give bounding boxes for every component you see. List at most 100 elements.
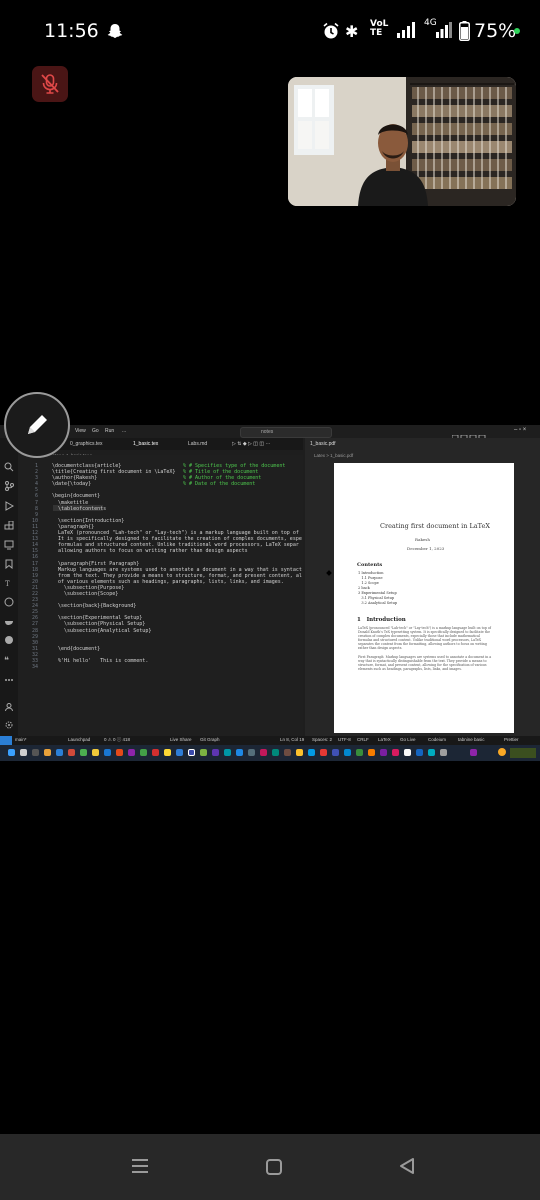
pdf-breadcrumb[interactable]: Latex > 1_basic.pdf xyxy=(314,453,353,458)
notification-icon[interactable] xyxy=(498,748,506,756)
app-icon-4[interactable] xyxy=(116,749,123,756)
recents-icon[interactable] xyxy=(131,1157,149,1175)
remote-explorer-icon[interactable] xyxy=(4,540,14,550)
menu-view[interactable]: View xyxy=(75,428,86,434)
status-git-graph[interactable]: Git Graph xyxy=(200,737,220,742)
app-icon-11[interactable] xyxy=(200,749,207,756)
app-icon-14[interactable] xyxy=(248,749,255,756)
tab-labs-md[interactable]: Labs.md xyxy=(188,441,207,447)
status-cursor-position[interactable]: Ln 8, Col 19 xyxy=(280,737,304,742)
tab-basic-pdf[interactable]: 1_basic.pdf xyxy=(310,441,336,447)
app-icon-6[interactable] xyxy=(140,749,147,756)
status-codeium[interactable]: Codeium xyxy=(428,737,446,742)
app-icon-12[interactable] xyxy=(212,749,219,756)
file-explorer-icon[interactable] xyxy=(44,749,51,756)
quote-icon[interactable]: ❝ xyxy=(4,654,14,664)
pdf-contents-heading: Contents xyxy=(357,562,383,568)
pdf-section-heading: 1 Introduction xyxy=(357,617,406,623)
taskbar-search-icon[interactable] xyxy=(20,749,27,756)
app-icon-19[interactable] xyxy=(308,749,315,756)
tex-icon[interactable]: T xyxy=(4,578,14,588)
status-live-share[interactable]: Live Share xyxy=(170,737,192,742)
bookmark-icon[interactable] xyxy=(4,559,14,569)
chrome-icon[interactable] xyxy=(92,749,99,756)
signal-icon xyxy=(397,22,415,38)
app-icon-15[interactable] xyxy=(260,749,267,756)
status-language[interactable]: LaTeX xyxy=(378,737,391,742)
app-icon-7[interactable] xyxy=(152,749,159,756)
task-view-icon[interactable] xyxy=(32,749,39,756)
annotate-pencil-button[interactable] xyxy=(4,392,70,458)
menu-go[interactable]: Go xyxy=(92,428,99,434)
status-encoding[interactable]: UTF-8 xyxy=(338,737,351,742)
timeline-icon[interactable] xyxy=(4,597,14,607)
remote-indicator[interactable] xyxy=(0,736,12,745)
editor-actions[interactable]: ▷ ⇅ ◆ ▷ ◫ ◫ ··· xyxy=(232,441,271,447)
app-icon-27[interactable] xyxy=(404,749,411,756)
participant-video-tile[interactable] xyxy=(288,77,516,206)
app-icon-24[interactable] xyxy=(368,749,375,756)
privacy-indicator-dot xyxy=(514,28,520,34)
menu-more[interactable]: ... xyxy=(122,428,126,434)
mic-muted-button[interactable] xyxy=(32,66,68,102)
status-tabnine[interactable]: tabnine basic xyxy=(458,737,485,742)
layout-controls[interactable] xyxy=(451,428,492,442)
menu-run[interactable]: Run xyxy=(105,428,114,434)
app-icon-8[interactable] xyxy=(164,749,171,756)
app-icon-28[interactable] xyxy=(416,749,423,756)
app-icon-25[interactable] xyxy=(380,749,387,756)
window-controls[interactable]: – ▫ × xyxy=(514,427,526,433)
check-icon[interactable] xyxy=(4,635,14,645)
source-control-icon[interactable] xyxy=(4,481,14,491)
app-icon-5[interactable] xyxy=(128,749,135,756)
tab-graphics-tex[interactable]: 0_graphics.tex xyxy=(70,441,103,447)
app-icon-2[interactable] xyxy=(80,749,87,756)
app-icon-21[interactable] xyxy=(332,749,339,756)
app-icon-30[interactable] xyxy=(440,749,447,756)
home-icon[interactable] xyxy=(266,1159,282,1175)
pdf-body-text: LaTeX (pronounced "Lah-tech" or "Lay-tec… xyxy=(358,626,492,671)
app-icon-16[interactable] xyxy=(272,749,279,756)
app-icon-29[interactable] xyxy=(428,749,435,756)
edge-icon[interactable] xyxy=(56,749,63,756)
search-icon[interactable] xyxy=(4,462,14,472)
pdf-title: Creating first document in LaTeX xyxy=(380,522,490,530)
settings-gear-icon[interactable] xyxy=(4,720,14,730)
status-launchpad[interactable]: Launchpad xyxy=(68,737,90,742)
status-indentation[interactable]: Spaces: 2 xyxy=(312,737,332,742)
status-problems[interactable]: 0 ⚠ 0 ⓘ 418 xyxy=(104,737,130,743)
app-icon-17[interactable] xyxy=(284,749,291,756)
app-icon-18[interactable] xyxy=(296,749,303,756)
more-icon[interactable] xyxy=(4,675,14,685)
pdf-date: December 1, 2023 xyxy=(407,546,445,551)
status-prettier[interactable]: Prettier xyxy=(504,737,519,742)
pdf-author: Rakesh xyxy=(415,537,430,542)
status-go-live[interactable]: Go Live xyxy=(400,737,416,742)
app-icon-31[interactable] xyxy=(470,749,477,756)
app-icon-3[interactable] xyxy=(104,749,111,756)
tab-basic-tex[interactable]: 1_basic.tex xyxy=(133,441,158,447)
app-icon-20[interactable] xyxy=(320,749,327,756)
run-debug-icon[interactable] xyxy=(4,501,14,511)
app-icon-22[interactable] xyxy=(344,749,351,756)
back-icon[interactable] xyxy=(398,1157,416,1175)
svg-text:T: T xyxy=(5,580,10,588)
status-branch[interactable]: main* xyxy=(15,737,27,742)
docker-icon[interactable] xyxy=(4,616,14,626)
app-icon-26[interactable] xyxy=(392,749,399,756)
command-search-box[interactable]: notes xyxy=(240,427,332,438)
code-content[interactable]: \documentclass{article} \title{Creating … xyxy=(52,463,302,664)
start-icon[interactable] xyxy=(8,749,15,756)
status-eol[interactable]: CRLF xyxy=(357,737,369,742)
app-icon-13[interactable] xyxy=(224,749,231,756)
vscode-taskbar-icon[interactable] xyxy=(236,749,243,756)
app-icon-10[interactable] xyxy=(188,749,195,756)
account-icon[interactable] xyxy=(4,702,14,712)
app-icon-23[interactable] xyxy=(356,749,363,756)
system-tray-clock[interactable] xyxy=(510,748,536,758)
line-numbers: 1 2 3 4 5 6 7 8 9 10 11 12 13 14 15 16 1… xyxy=(31,463,38,671)
extensions-icon[interactable] xyxy=(4,521,14,531)
app-icon-1[interactable] xyxy=(68,749,75,756)
app-icon-9[interactable] xyxy=(176,749,183,756)
battery-percentage: 75% xyxy=(474,20,517,42)
